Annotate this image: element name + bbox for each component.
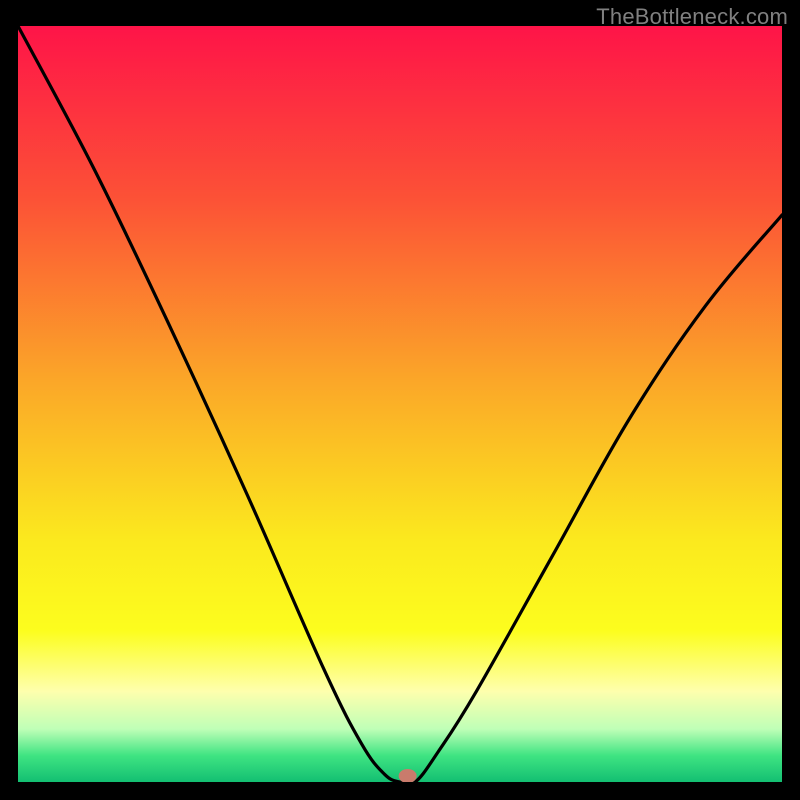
chart-container: TheBottleneck.com <box>0 0 800 800</box>
chart-svg <box>18 26 782 782</box>
plot-area <box>18 26 782 782</box>
gradient-background <box>18 26 782 782</box>
watermark-text: TheBottleneck.com <box>596 4 788 30</box>
